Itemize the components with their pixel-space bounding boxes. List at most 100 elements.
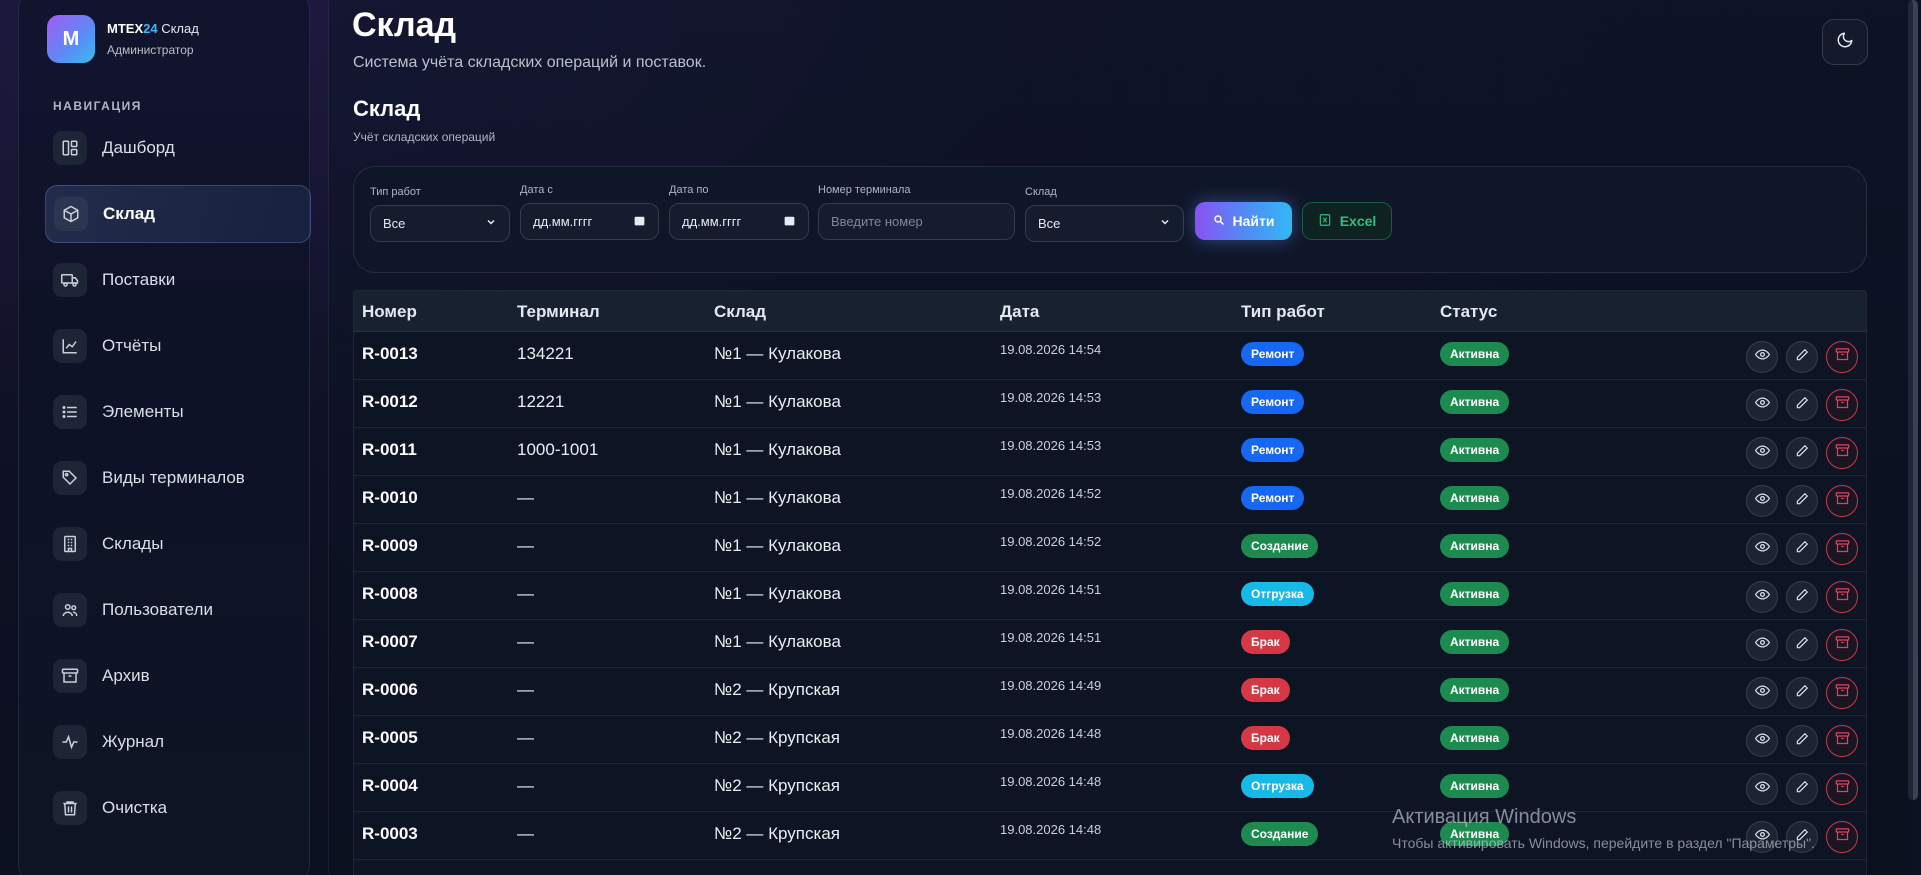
- edit-button[interactable]: [1786, 773, 1818, 805]
- archive-button[interactable]: [1826, 821, 1858, 853]
- view-button[interactable]: [1746, 725, 1778, 757]
- date-from-input[interactable]: дд.мм.гггг: [520, 203, 659, 240]
- activity-icon: [53, 725, 87, 759]
- pencil-icon: [1795, 780, 1809, 799]
- cell-warehouse: №1 — Кулакова: [714, 392, 841, 411]
- sidebar-item-trash[interactable]: Очистка: [45, 779, 311, 837]
- theme-toggle-button[interactable]: [1822, 19, 1868, 65]
- edit-button[interactable]: [1786, 629, 1818, 661]
- terminal-input[interactable]: Введите номер: [818, 203, 1015, 240]
- excel-export-button[interactable]: Excel: [1302, 202, 1392, 240]
- table-row[interactable]: R-0009 — №1 — Кулакова 19.08.2026 14:52 Созд…: [354, 524, 1866, 572]
- archive-button[interactable]: [1826, 773, 1858, 805]
- table-row[interactable]: R-0005 — №2 — Крупская 19.08.2026 14:48 Брак…: [354, 716, 1866, 764]
- table-row[interactable]: R-0013 134221 №1 — Кулакова 19.08.2026 14:5…: [354, 332, 1866, 380]
- archive-button[interactable]: [1826, 581, 1858, 613]
- page-subtitle: Система учёта складских операций и поста…: [353, 54, 707, 71]
- sidebar-item-box[interactable]: Склад: [45, 185, 311, 243]
- cell-date: 19.08.2026 14:53: [1000, 390, 1102, 405]
- warehouse-label: Склад: [1025, 186, 1057, 198]
- cell-warehouse: №2 — Крупская: [714, 680, 840, 699]
- column-header-number[interactable]: Номер: [362, 302, 417, 322]
- nav-list: Дашборд Склад Поставки Отчёты Элементы Виды т…: [45, 119, 311, 845]
- view-button[interactable]: [1746, 533, 1778, 565]
- row-actions: [1746, 533, 1858, 565]
- view-button[interactable]: [1746, 389, 1778, 421]
- cell-terminal: 12221: [517, 392, 565, 411]
- view-button[interactable]: [1746, 629, 1778, 661]
- sidebar-item-label: Архив: [102, 666, 150, 685]
- status-badge: Активна: [1440, 486, 1510, 510]
- table-row[interactable]: R-0004 — №2 — Крупская 19.08.2026 14:48 Отгр…: [354, 764, 1866, 812]
- calendar-icon[interactable]: [783, 214, 796, 230]
- archive-button[interactable]: [1826, 389, 1858, 421]
- archive-button[interactable]: [1826, 533, 1858, 565]
- table-row[interactable]: R-0011 1000-1001 №1 — Кулакова 19.08.2026 1…: [354, 428, 1866, 476]
- archive-icon: [1835, 491, 1850, 511]
- archive-icon: [1835, 635, 1850, 655]
- sidebar-item-tag[interactable]: Виды терминалов: [45, 449, 311, 507]
- sidebar-item-building[interactable]: Склады: [45, 515, 311, 573]
- brand-role: Администратор: [107, 43, 194, 57]
- table-row[interactable]: R-0010 — №1 — Кулакова 19.08.2026 14:52 Ремо…: [354, 476, 1866, 524]
- work-type-select[interactable]: Все: [370, 205, 510, 242]
- sidebar-item-truck[interactable]: Поставки: [45, 251, 311, 309]
- sidebar-item-activity[interactable]: Журнал: [45, 713, 311, 771]
- sidebar-item-dashboard[interactable]: Дашборд: [45, 119, 311, 177]
- search-button[interactable]: Найти: [1195, 202, 1292, 240]
- edit-button[interactable]: [1786, 677, 1818, 709]
- view-button[interactable]: [1746, 437, 1778, 469]
- archive-button[interactable]: [1826, 725, 1858, 757]
- edit-button[interactable]: [1786, 389, 1818, 421]
- table-row[interactable]: R-0008 — №1 — Кулакова 19.08.2026 14:51 Отгр…: [354, 572, 1866, 620]
- eye-icon: [1754, 587, 1770, 607]
- edit-button[interactable]: [1786, 581, 1818, 613]
- table-row[interactable]: R-0007 — №1 — Кулакова 19.08.2026 14:51 Брак…: [354, 620, 1866, 668]
- sidebar-item-label: Склад: [103, 204, 156, 223]
- archive-button[interactable]: [1826, 437, 1858, 469]
- pencil-icon: [1795, 348, 1809, 367]
- cell-number: R-0004: [362, 776, 418, 795]
- view-button[interactable]: [1746, 341, 1778, 373]
- edit-button[interactable]: [1786, 533, 1818, 565]
- column-header-terminal[interactable]: Терминал: [517, 302, 600, 322]
- moon-icon: [1836, 31, 1854, 54]
- cell-terminal: 1000-1001: [517, 440, 599, 459]
- view-button[interactable]: [1746, 677, 1778, 709]
- sidebar-item-archive[interactable]: Архив: [45, 647, 311, 705]
- archive-button[interactable]: [1826, 677, 1858, 709]
- sidebar-item-users[interactable]: Пользователи: [45, 581, 311, 639]
- edit-button[interactable]: [1786, 485, 1818, 517]
- cell-number: R-0005: [362, 728, 418, 747]
- brand[interactable]: M MTEX24 Склад Администратор: [47, 15, 199, 63]
- table-row[interactable]: R-0012 12221 №1 — Кулакова 19.08.2026 14:53…: [354, 380, 1866, 428]
- calendar-icon[interactable]: [633, 214, 646, 230]
- table-row[interactable]: R-0006 — №2 — Крупская 19.08.2026 14:49 Брак…: [354, 668, 1866, 716]
- archive-button[interactable]: [1826, 341, 1858, 373]
- status-badge: Активна: [1440, 774, 1510, 798]
- sidebar-item-chart[interactable]: Отчёты: [45, 317, 311, 375]
- cell-number: R-0006: [362, 680, 418, 699]
- view-button[interactable]: [1746, 773, 1778, 805]
- warehouse-select[interactable]: Все: [1025, 205, 1184, 242]
- archive-button[interactable]: [1826, 485, 1858, 517]
- archive-button[interactable]: [1826, 629, 1858, 661]
- column-header-status[interactable]: Статус: [1440, 302, 1497, 322]
- row-actions: [1746, 629, 1858, 661]
- cell-warehouse: №1 — Кулакова: [714, 440, 841, 459]
- status-badge: Активна: [1440, 438, 1510, 462]
- pencil-icon: [1795, 540, 1809, 559]
- view-button[interactable]: [1746, 581, 1778, 613]
- edit-button[interactable]: [1786, 437, 1818, 469]
- pencil-icon: [1795, 684, 1809, 703]
- column-header-date[interactable]: Дата: [1000, 302, 1039, 322]
- sidebar-item-list[interactable]: Элементы: [45, 383, 311, 441]
- edit-button[interactable]: [1786, 341, 1818, 373]
- column-header-warehouse[interactable]: Склад: [714, 302, 766, 322]
- column-header-work-type[interactable]: Тип работ: [1241, 302, 1325, 322]
- edit-button[interactable]: [1786, 725, 1818, 757]
- view-button[interactable]: [1746, 485, 1778, 517]
- work-type-badge: Брак: [1241, 630, 1290, 654]
- date-to-input[interactable]: дд.мм.гггг: [669, 203, 809, 240]
- cell-warehouse: №2 — Крупская: [714, 824, 840, 843]
